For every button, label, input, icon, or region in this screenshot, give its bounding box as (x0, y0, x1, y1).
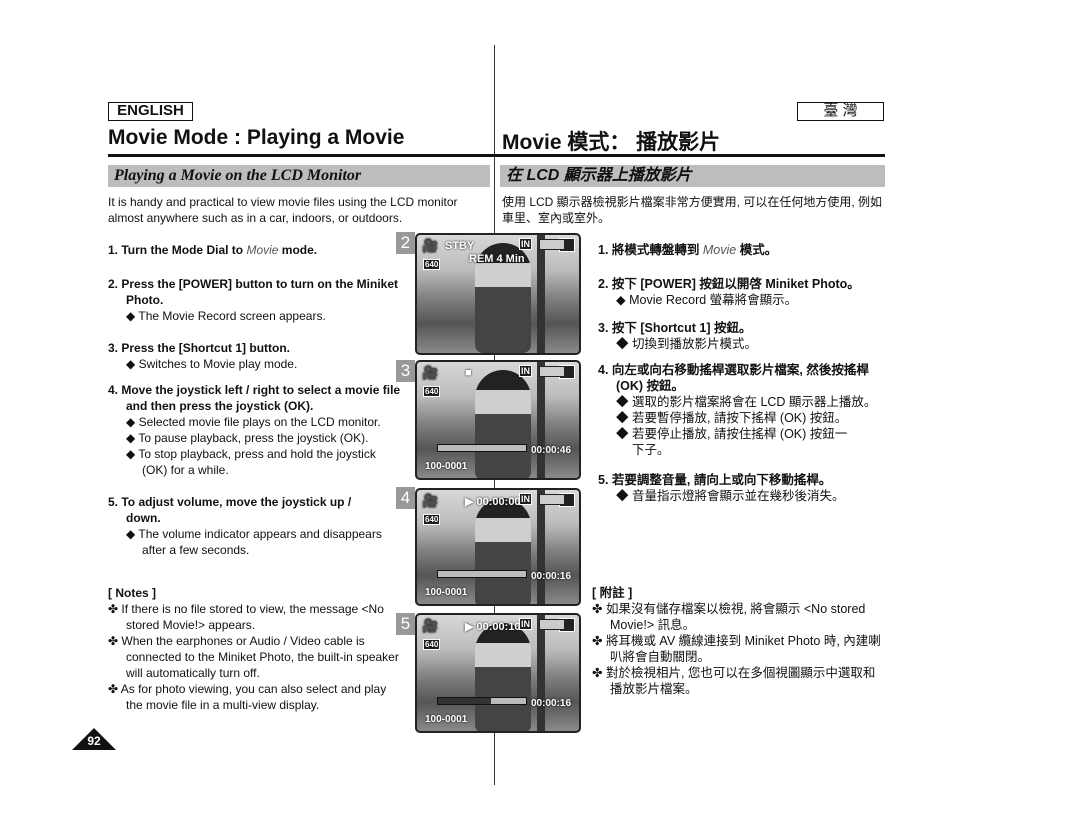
step-5: 5. 若要調整音量, 請向上或向下移動搖桿。 (598, 473, 832, 487)
movie-camera-icon: 🎥 (422, 238, 439, 253)
tree-photo (537, 362, 545, 478)
movie-camera-icon: 🎥 (422, 365, 439, 380)
screen-step-number: 4 (396, 487, 415, 509)
file-number: 100-0001 (425, 461, 468, 472)
step-1: 1. Turn the Mode Dial to Movie mode. (108, 243, 318, 257)
lcd-screen-image: 🎥 STBY 640 IN REM 4 Min (415, 233, 581, 355)
step-4: 4. Move the joystick left / right to sel… (108, 383, 401, 413)
note-item: ✤ If there is no file stored to view, th… (108, 602, 384, 632)
language-label-english: ENGLISH (108, 102, 193, 121)
movie-camera-icon: 🎥 (422, 618, 439, 633)
screen-step-number: 3 (396, 360, 415, 382)
movie-camera-icon: 🎥 (422, 493, 439, 508)
resolution-badge: 640 (423, 259, 441, 270)
page-title-en: Movie Mode : Playing a Movie (108, 126, 405, 149)
battery-icon (539, 366, 565, 377)
tree-photo (537, 615, 545, 731)
step-5-note: ◆ The volume indicator appears and disap… (126, 527, 382, 557)
step-4-note: ◆ 若要暫停播放, 請按下搖桿 (OK) 按鈕。 (616, 411, 848, 425)
page-title-tw: Movie 模式： 播放影片 (502, 131, 721, 154)
status-text: ▶ 00:00:00 (465, 496, 521, 508)
step-3: 3. 按下 [Shortcut 1] 按鈕。 (598, 321, 752, 335)
remaining-time: REM 4 Min (469, 253, 525, 265)
battery-icon (539, 239, 565, 250)
intro-en: It is handy and practical to view movie … (108, 195, 458, 225)
step-2: 2. Press the [POWER] button to turn on t… (108, 277, 398, 307)
section-heading-tw: 在 LCD 顯示器上播放影片 (500, 165, 885, 187)
step-4-note: ◆ 選取的影片檔案將會在 LCD 顯示器上播放。 (616, 395, 877, 409)
playback-progress-bar (437, 697, 527, 705)
total-time: 00:00:16 (531, 571, 572, 582)
resolution-badge: 640 (423, 514, 441, 525)
step-5-note: ◆ 音量指示燈將會顯示並在幾秒後消失。 (616, 489, 845, 503)
note-item: ✤ 將耳機或 AV 纜線連接到 Miniket Photo 時, 內建喇叭將會自… (592, 634, 881, 664)
lcd-screen-image: 🎥 ■ 640 IN 00:00:46 100-0001 (415, 360, 581, 480)
note-item: ✤ As for photo viewing, you can also sel… (108, 682, 387, 712)
screen-step-number: 5 (396, 613, 415, 635)
step-3-note: ◆ 切換到播放影片模式。 (616, 337, 757, 351)
page-number: 92 (87, 734, 101, 748)
total-time: 00:00:16 (531, 698, 572, 709)
memory-icon: IN (519, 238, 532, 250)
title-rule (108, 154, 885, 157)
status-text: STBY (445, 240, 475, 252)
step-2-note: ◆ The Movie Record screen appears. (126, 309, 326, 323)
notes-title: [ Notes ] (108, 586, 156, 600)
note-item: ✤ When the earphones or Audio / Video ca… (108, 634, 399, 680)
memory-icon: IN (519, 618, 532, 630)
intro-tw: 使用 LCD 顯示器檢視影片檔案非常方便實用, 可以在任何地方使用, 例如車里、… (502, 195, 883, 225)
battery-icon (539, 494, 565, 505)
tree-photo (537, 490, 545, 604)
status-text: ■ (465, 367, 472, 379)
battery-icon (539, 619, 565, 630)
notes-tw: [ 附註 ] ✤ 如果沒有儲存檔案以檢視, 將會顯示 <No stored Mo… (592, 585, 884, 697)
step-3-note: ◆ Switches to Movie play mode. (126, 357, 298, 371)
memory-icon: IN (519, 493, 532, 505)
step-4-note: ◆ To pause playback, press the joystick … (126, 431, 369, 445)
file-number: 100-0001 (425, 714, 468, 725)
note-item: ✤ 對於檢視相片, 您也可以在多個視圖顯示中選取和播放影片檔案。 (592, 666, 876, 696)
file-number: 100-0001 (425, 587, 468, 598)
child-photo (475, 498, 531, 604)
steps-tw: 1. 將模式轉盤轉到 Movie 模式。 2. 按下 [POWER] 按鈕以開啓… (598, 242, 883, 504)
step-3: 3. Press the [Shortcut 1] button. (108, 341, 291, 355)
step-2-note: ◆ Movie Record 螢幕將會顯示。 (616, 293, 798, 307)
step-4-note: ◆ Selected movie file plays on the LCD m… (126, 415, 381, 429)
screen-step-number: 2 (396, 232, 415, 254)
notes-en: [ Notes ] ✤ If there is no file stored t… (108, 585, 403, 713)
notes-title: [ 附註 ] (592, 586, 633, 600)
step-2: 2. 按下 [POWER] 按鈕以開啓 Miniket Photo。 (598, 277, 860, 291)
language-label-taiwan: 臺 灣 (797, 102, 884, 121)
step-4: 4. 向左或向右移動搖桿選取影片檔案, 然後按搖桿 (OK) 按鈕。 (598, 363, 869, 393)
section-heading-en: Playing a Movie on the LCD Monitor (108, 165, 490, 187)
step-5: 5. To adjust volume, move the joystick u… (108, 495, 352, 525)
playback-progress-bar (437, 444, 527, 452)
child-photo (475, 370, 531, 478)
step-4-note: ◆ 若要停止播放, 請按住搖桿 (OK) 按鈕一下子。 (616, 427, 848, 457)
child-photo (475, 623, 531, 731)
lcd-screen-image: 🎥 ▶ 00:00:00 640 IN 00:00:16 100-0001 (415, 488, 581, 606)
status-text: ▶ 00:00:10 (465, 621, 521, 633)
memory-icon: IN (519, 365, 532, 377)
lcd-screen-image: 🎥 ▶ 00:00:10 640 IN 00:00:16 100-0001 (415, 613, 581, 733)
playback-progress-bar (437, 570, 527, 578)
steps-en: 1. Turn the Mode Dial to Movie mode. 2. … (108, 242, 408, 558)
total-time: 00:00:46 (531, 445, 572, 456)
step-4-note: ◆ To stop playback, press and hold the j… (126, 447, 376, 477)
tree-photo (537, 235, 545, 353)
step-1: 1. 將模式轉盤轉到 Movie 模式。 (598, 243, 778, 257)
resolution-badge: 640 (423, 639, 441, 650)
resolution-badge: 640 (423, 386, 441, 397)
note-item: ✤ 如果沒有儲存檔案以檢視, 將會顯示 <No stored Movie!> 訊… (592, 602, 866, 632)
